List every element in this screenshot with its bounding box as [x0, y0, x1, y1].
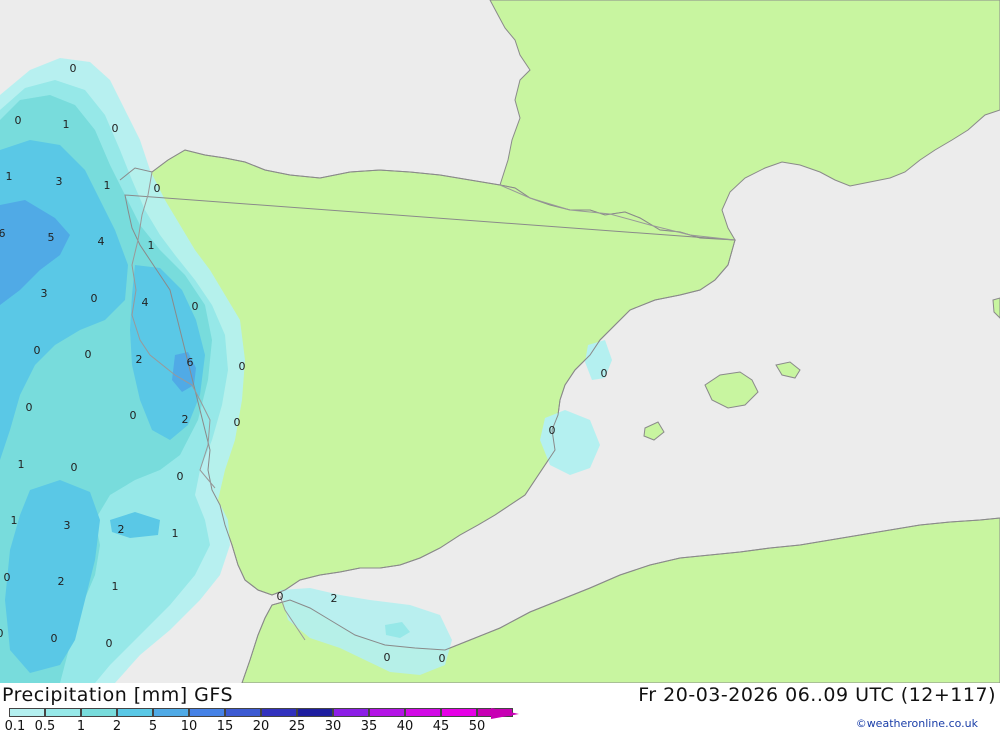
precip-value-label: 6: [0, 227, 6, 240]
precipitation-map: 0 0 1 0 1 3 1 0 6 5 4 1 3 0 4 0 0 0 2 6 0 0 0 2 0 1 0 0 1 3 2 1 0 2 1 0 2 0 0 0…: [0, 0, 1000, 683]
precip-value-label: 0: [192, 300, 199, 313]
precip-value-label: 6: [187, 356, 194, 369]
legend-swatch: [405, 708, 441, 717]
precip-value-label: 5: [48, 231, 55, 244]
precip-value-label: 0: [34, 344, 41, 357]
precip-value-label: 0: [51, 632, 58, 645]
legend-tick-label: 45: [432, 719, 450, 734]
precip-value-label: 0: [549, 424, 556, 437]
precip-value-label: 0: [0, 627, 4, 640]
precip-value-label: 0: [234, 416, 241, 429]
legend-swatch: [225, 708, 261, 717]
legend-tick-label: 50: [468, 719, 486, 734]
precip-value-label: 0: [26, 401, 33, 414]
precip-value-label: 0: [85, 348, 92, 361]
legend-tick-label: 2: [112, 719, 122, 734]
map-title: Precipitation [mm] GFS: [2, 684, 234, 706]
legend-swatch: [81, 708, 117, 717]
precip-value-label: 1: [148, 239, 155, 252]
precip-value-label: 0: [439, 652, 446, 665]
precip-value-label: 1: [18, 458, 25, 471]
legend-tick-label: 35: [360, 719, 378, 734]
precip-value-label: 3: [64, 519, 71, 532]
precip-value-label: 2: [331, 592, 338, 605]
precip-value-label: 0: [177, 470, 184, 483]
precip-value-label: 0: [277, 590, 284, 603]
precip-value-label: 2: [118, 523, 125, 536]
precip-value-label: 2: [182, 413, 189, 426]
precip-value-label: 0: [70, 62, 77, 75]
legend-tick-label: 5: [148, 719, 158, 734]
legend-tick-label: 10: [180, 719, 198, 734]
legend-swatch: [189, 708, 225, 717]
precip-value-label: 2: [136, 353, 143, 366]
precip-value-label: 1: [6, 170, 13, 183]
precip-value-label: 3: [56, 175, 63, 188]
precip-value-label: 0: [130, 409, 137, 422]
legend-swatch: [153, 708, 189, 717]
legend-swatch: [261, 708, 297, 717]
precip-value-label: 1: [63, 118, 70, 131]
precip-value-label: 0: [71, 461, 78, 474]
precip-value-label: 1: [11, 514, 18, 527]
legend-swatch: [369, 708, 405, 717]
legend-tick-label: 20: [252, 719, 270, 734]
precip-value-label: 0: [91, 292, 98, 305]
precip-value-label: 0: [384, 651, 391, 664]
precip-value-label: 1: [104, 179, 111, 192]
precip-value-label: 2: [58, 575, 65, 588]
precip-value-label: 0: [601, 367, 608, 380]
legend-tick-label: 40: [396, 719, 414, 734]
precip-value-label: 3: [41, 287, 48, 300]
precip-value-label: 4: [98, 235, 105, 248]
precip-value-label: 1: [172, 527, 179, 540]
credit-link[interactable]: ©weatheronline.co.uk: [856, 717, 978, 730]
legend-tick-label: 30: [324, 719, 342, 734]
precip-value-label: 1: [112, 580, 119, 593]
precip-value-label: 0: [154, 182, 161, 195]
legend-swatch: [297, 708, 333, 717]
legend-swatch: [333, 708, 369, 717]
forecast-datetime: Fr 20-03-2026 06..09 UTC (12+117): [638, 684, 996, 706]
legend-arrow-icon: [491, 708, 519, 719]
legend-tick-label: 0.1: [4, 719, 26, 734]
legend-swatch: [45, 708, 81, 717]
legend-tick-label: 1: [76, 719, 86, 734]
legend-tick-label: 0.5: [34, 719, 56, 734]
precip-value-label: 0: [112, 122, 119, 135]
precip-value-label: 0: [106, 637, 113, 650]
legend-swatch: [441, 708, 477, 717]
legend-tick-label: 15: [216, 719, 234, 734]
precip-value-label: 0: [239, 360, 246, 373]
legend-swatch: [117, 708, 153, 717]
legend-tick-label: 25: [288, 719, 306, 734]
precip-value-label: 0: [15, 114, 22, 127]
weather-map-view: 0010131065413040002600020100132102102000…: [0, 0, 1000, 734]
legend-swatch: [9, 708, 45, 717]
precip-value-label: 4: [142, 296, 149, 309]
precip-value-label: 0: [4, 571, 11, 584]
